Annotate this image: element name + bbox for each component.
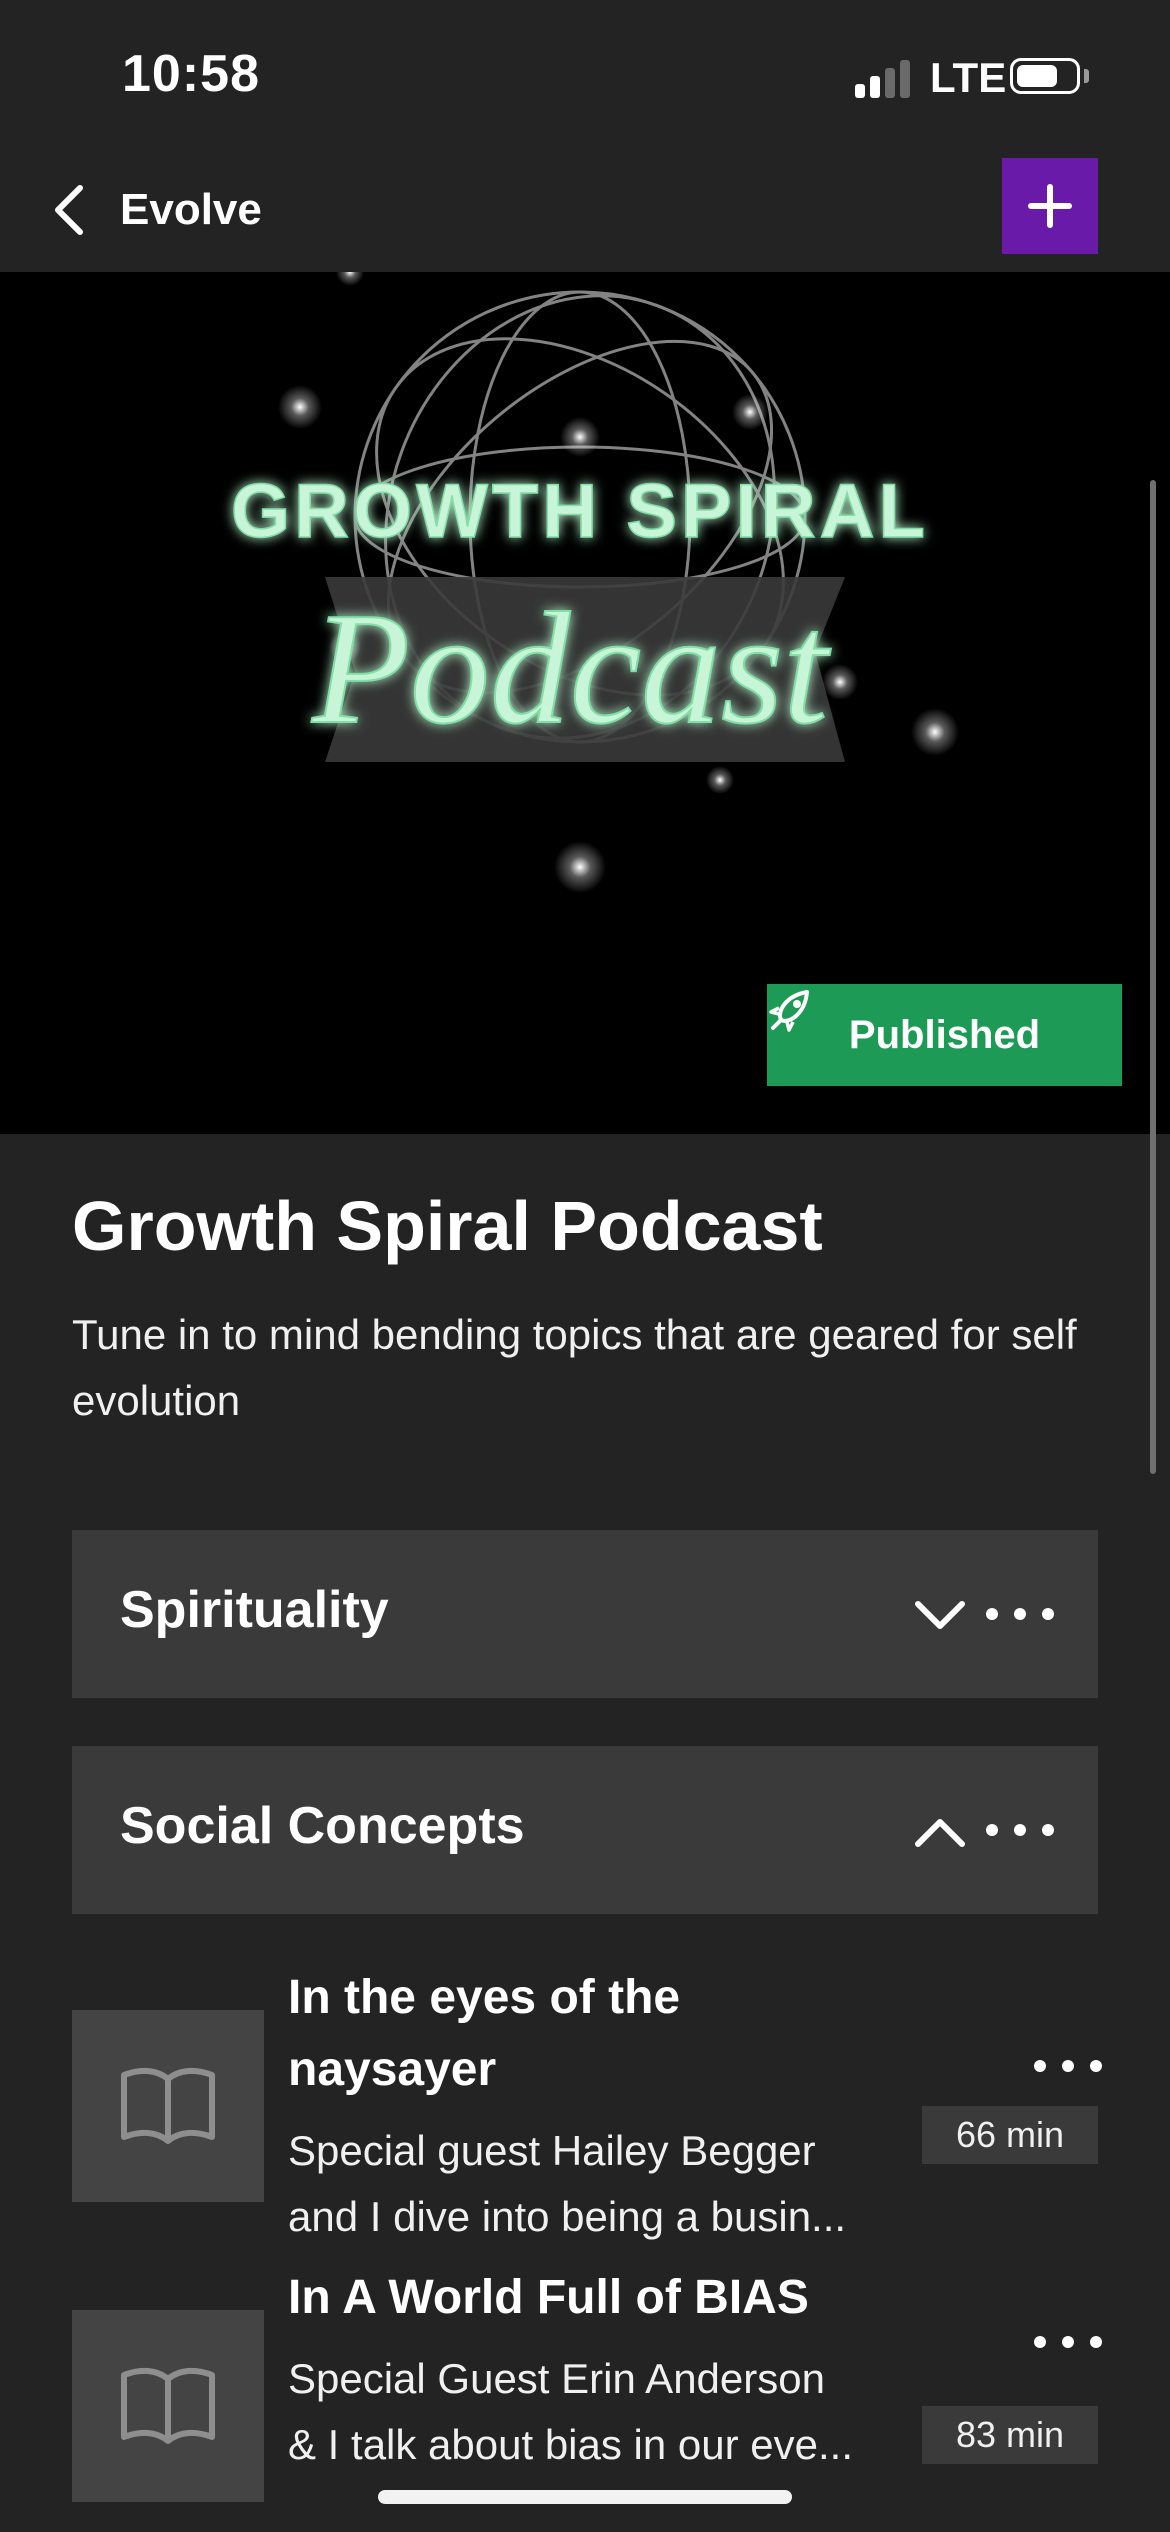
more-horizontal-icon[interactable] xyxy=(1030,2036,1106,2096)
podcast-title: Growth Spiral Podcast xyxy=(72,1187,823,1265)
episode-duration: 83 min xyxy=(922,2406,1098,2464)
more-horizontal-icon[interactable] xyxy=(1030,2312,1106,2372)
episode-description: Special guest Hailey Begger and I dive i… xyxy=(288,2118,908,2250)
episode-thumbnail xyxy=(72,2310,264,2502)
cellular-signal-icon xyxy=(855,58,915,98)
episode-duration: 66 min xyxy=(922,2106,1098,2164)
nav-bar: Evolve xyxy=(0,150,1170,272)
published-status-button[interactable]: Published xyxy=(767,984,1122,1086)
chevron-up-icon[interactable] xyxy=(912,1804,968,1860)
battery-tip xyxy=(1084,69,1089,83)
section-spirituality[interactable]: Spirituality xyxy=(72,1530,1098,1698)
cover-title-line2: Podcast xyxy=(311,579,831,757)
rocket-icon xyxy=(769,990,809,1032)
more-horizontal-icon[interactable] xyxy=(982,1584,1058,1644)
status-time: 10:58 xyxy=(122,45,260,103)
plus-icon xyxy=(1028,184,1072,228)
episode-description-line: Special Guest Erin Anderson xyxy=(288,2355,825,2402)
section-social-concepts[interactable]: Social Concepts xyxy=(72,1746,1098,1914)
home-indicator[interactable] xyxy=(378,2490,792,2504)
episode-description-line: and I dive into being a busin... xyxy=(288,2193,847,2240)
section-title: Social Concepts xyxy=(120,1797,525,1855)
nav-title: Evolve xyxy=(120,185,262,234)
cover-title-line1: GROWTH SPIRAL xyxy=(231,469,929,554)
book-open-icon xyxy=(121,2367,215,2444)
episode-description-line: Special guest Hailey Begger xyxy=(288,2127,816,2174)
episode-title: In the eyes of the naysayer xyxy=(288,1971,681,2096)
app-screen: 10:58 LTE Evolve GROWTH SPIRAL Podcast P… xyxy=(0,0,1170,2532)
network-type: LTE xyxy=(930,54,1007,101)
back-button[interactable]: Evolve xyxy=(50,170,262,250)
status-bar: 10:58 LTE xyxy=(0,0,1170,150)
more-horizontal-icon[interactable] xyxy=(982,1800,1058,1860)
podcast-cover: GROWTH SPIRAL Podcast Published xyxy=(0,272,1170,1134)
episode-thumbnail xyxy=(72,2010,264,2202)
episode-description-line: & I talk about bias in our eve... xyxy=(288,2421,853,2468)
scrollbar[interactable] xyxy=(1150,480,1156,1474)
book-open-icon xyxy=(121,2067,215,2144)
section-title: Spirituality xyxy=(120,1581,389,1639)
chevron-left-icon xyxy=(55,185,83,235)
battery-icon xyxy=(1010,58,1080,94)
published-label: Published xyxy=(848,1012,1041,1057)
add-button[interactable] xyxy=(1002,158,1098,254)
episode-description: Special Guest Erin Anderson & I talk abo… xyxy=(288,2346,908,2478)
podcast-description: Tune in to mind bending topics that are … xyxy=(72,1311,1077,1424)
episode-title: In A World Full of BIAS xyxy=(288,2271,809,2324)
chevron-down-icon[interactable] xyxy=(912,1588,968,1644)
episode-item[interactable]: In the eyes of the naysayer Special gues… xyxy=(72,1962,1102,2252)
